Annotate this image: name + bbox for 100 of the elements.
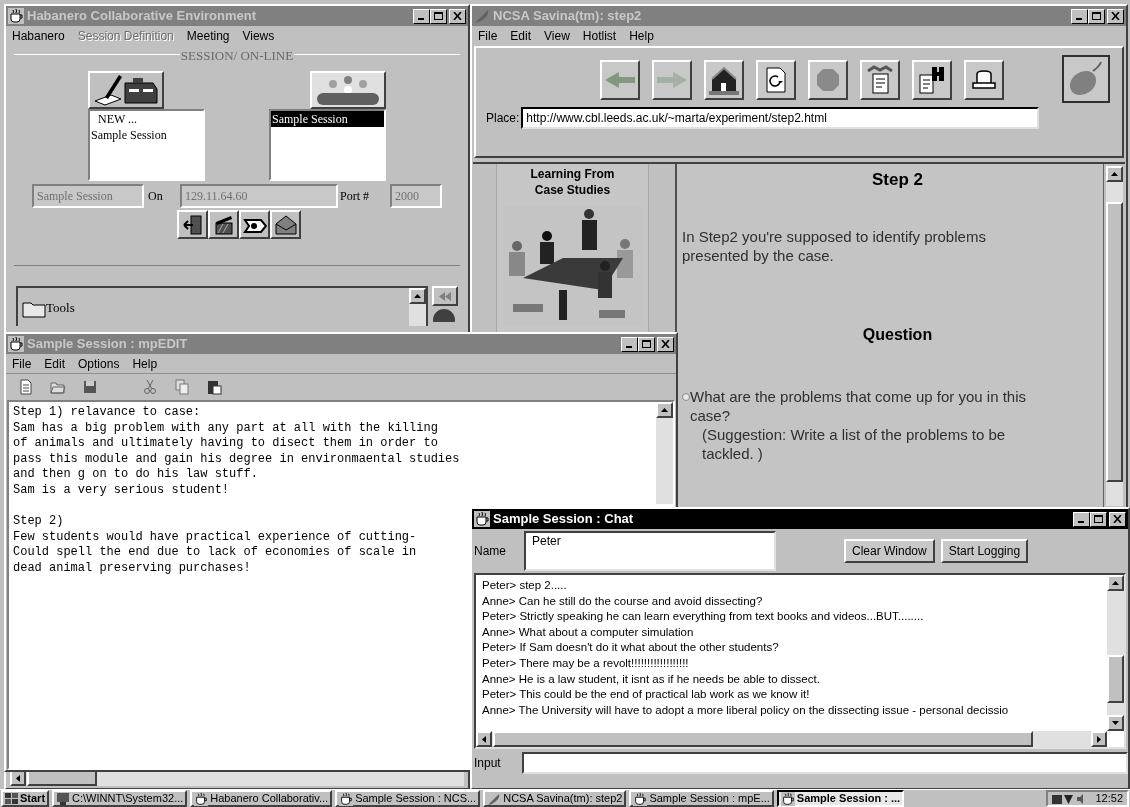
scrollbar-thumb[interactable]	[1106, 202, 1123, 482]
online-session-button[interactable]	[310, 71, 386, 109]
up-arrow-icon	[1112, 581, 1119, 585]
scrollbar[interactable]	[409, 288, 426, 326]
online-session-item[interactable]: Sample Session	[271, 111, 384, 127]
hotlist-button[interactable]	[860, 60, 900, 100]
minimize-button[interactable]	[621, 336, 638, 352]
session-list-item[interactable]: Sample Session	[90, 127, 203, 143]
chat-input-field[interactable]	[522, 752, 1128, 774]
taskbar-button[interactable]: C:\WINNT\System32...	[52, 790, 188, 807]
chat-action-button[interactable]: Clear Window	[844, 539, 935, 563]
scroll-down-button[interactable]	[1107, 715, 1124, 731]
window-title: Sample Session : mpEDIT	[27, 335, 189, 354]
back-button[interactable]	[600, 60, 640, 100]
home-button[interactable]	[704, 60, 744, 100]
new-file-icon	[18, 379, 34, 395]
scrollbar[interactable]	[1106, 166, 1123, 506]
envelope-button[interactable]	[270, 210, 301, 239]
mouse-icon	[1067, 61, 1105, 97]
maximize-button[interactable]	[1088, 8, 1105, 24]
menu-item[interactable]: Hotlist	[582, 27, 617, 45]
close-icon	[453, 12, 462, 20]
back-arrow-icon	[605, 70, 635, 90]
menu-item[interactable]: Help	[132, 354, 158, 373]
taskbar-button[interactable]: Sample Session : NCS...	[335, 790, 481, 807]
close-button[interactable]	[1107, 8, 1124, 24]
menu-item[interactable]: Edit	[510, 27, 532, 45]
name-field[interactable]: Peter	[524, 531, 776, 571]
url-field[interactable]: http://www.cbl.leeds.ac.uk/~marta/experiment/step2.html	[521, 107, 1040, 129]
scrollbar-thumb[interactable]	[1107, 655, 1124, 703]
close-button[interactable]	[657, 336, 674, 352]
stop-octagon-icon	[816, 68, 840, 92]
scroll-up-button[interactable]	[1106, 166, 1123, 182]
new-session-button[interactable]	[88, 71, 164, 109]
tree-item[interactable]: Tools	[46, 298, 75, 318]
collapse-button[interactable]	[432, 286, 458, 306]
scroll-right-button[interactable]	[1091, 731, 1107, 747]
up-arrow-icon	[661, 408, 668, 412]
chat-message: Peter> This could be the end of practical lab work as we know it!	[482, 687, 810, 703]
forward-arrow-icon	[657, 70, 687, 90]
suggestion-text: (Suggestion: Write a list of the problems to be tackled. )	[701, 424, 1007, 463]
chat-action-button[interactable]: Start Logging	[940, 539, 1029, 563]
coffee-cup-icon	[780, 791, 795, 806]
stop-button[interactable]	[808, 60, 848, 100]
editor-text[interactable]: Step 1) relavance to case: Sam has a big problem with any part at all with the killing of animals and ultimately having to disect them in order to pass this module and gain his degree in environmaental studies and then g on to do his law stuff. Sam is a very serious student! Step 2) Few students would have practical experience of cutting- Could spell the end due to lack of economies of scale in dead animal preserving purchases!	[9, 402, 460, 577]
menu-item[interactable]: File	[478, 27, 498, 45]
menu-item[interactable]: Habanero	[12, 27, 65, 45]
scrollbar[interactable]	[656, 402, 673, 504]
question-heading: Question	[862, 324, 933, 345]
scroll-left-button[interactable]	[476, 731, 492, 747]
session-list-item[interactable]: NEW ...	[90, 111, 203, 127]
clapperboard-icon	[212, 213, 235, 236]
window-title: Sample Session : Chat	[493, 510, 635, 529]
close-button[interactable]	[1109, 511, 1126, 527]
down-arrow-icon	[1112, 721, 1119, 725]
right-arrow-icon	[1097, 735, 1101, 743]
reload-button[interactable]	[756, 60, 796, 100]
scroll-up-button[interactable]	[409, 288, 426, 304]
hat-icon	[971, 68, 997, 92]
exit-door-button[interactable]	[177, 210, 208, 239]
menu-item[interactable]: File	[12, 354, 32, 373]
menu-item[interactable]: Views	[242, 27, 275, 45]
close-icon	[661, 340, 670, 348]
scroll-up-button[interactable]	[656, 402, 673, 418]
arrow-sign-button[interactable]	[239, 210, 270, 239]
scrollbar[interactable]	[1107, 575, 1124, 731]
taskbar-button[interactable]: NCSA Savina(tm): step2	[483, 790, 627, 807]
menu-item[interactable]: Edit	[44, 354, 66, 373]
maximize-button[interactable]	[1090, 511, 1107, 527]
start-button[interactable]: Start	[1, 790, 50, 807]
menu-item[interactable]: Options	[78, 354, 120, 373]
maximize-button[interactable]	[430, 8, 447, 24]
minimize-button[interactable]	[1073, 511, 1090, 527]
copy-button[interactable]	[172, 377, 192, 397]
envelope-icon	[273, 213, 298, 236]
maximize-button[interactable]	[638, 336, 655, 352]
scroll-up-button[interactable]	[1107, 575, 1124, 591]
folder-icon	[22, 299, 46, 318]
binoculars-icon	[918, 65, 946, 95]
left-arrow-icon	[482, 735, 486, 743]
save-icon	[82, 379, 98, 395]
print-button[interactable]	[964, 60, 1004, 100]
minimize-button[interactable]	[1071, 8, 1088, 24]
paste-icon	[206, 379, 222, 395]
taskbar-button[interactable]: Sample Session : ...	[776, 790, 905, 807]
name-label: Name	[473, 543, 507, 560]
window-title: Habanero Collaborative Environment	[27, 7, 257, 26]
close-button[interactable]	[449, 8, 466, 24]
close-icon	[1111, 12, 1120, 20]
page-heading: Step 2	[872, 169, 923, 191]
find-button[interactable]	[912, 60, 952, 100]
chat-message: Anne> The University will have to adopt a more liberal policy on the dissecting issue - personal decissio	[482, 702, 1009, 718]
menu-item[interactable]: Help	[629, 27, 654, 45]
menu-item[interactable]: Meeting	[186, 27, 230, 45]
coffee-cup-icon	[194, 791, 209, 806]
minimize-button[interactable]	[413, 8, 430, 24]
taskbar-button[interactable]: Sample Session : mpE...	[629, 790, 774, 807]
taskbar-button[interactable]: Habanero Collaborativ...	[190, 790, 333, 807]
clapperboard-button[interactable]	[208, 210, 239, 239]
menu-item[interactable]: View	[544, 27, 570, 45]
